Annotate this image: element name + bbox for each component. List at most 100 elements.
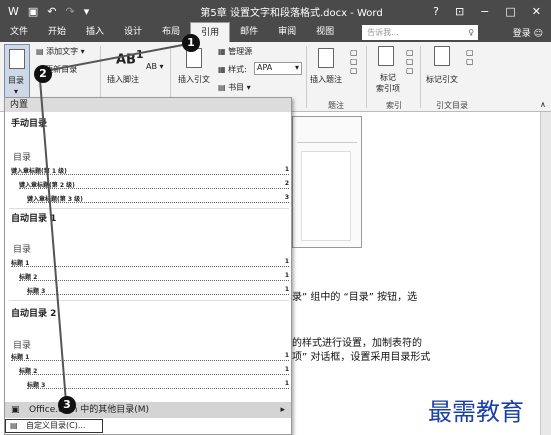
- bibliography-button[interactable]: ▤ 书目 ▾: [218, 82, 251, 93]
- manage-sources-button[interactable]: ▦ 管理源: [218, 46, 252, 57]
- ribbon-separator: [420, 46, 421, 108]
- more-tocs-label: Office.com 中的其他目录(M): [29, 405, 150, 415]
- customize-qat-icon[interactable]: ▾: [84, 5, 90, 18]
- index-entry-label: 索引项: [376, 84, 400, 93]
- mark-entry-label: 标记: [380, 73, 396, 82]
- toc-line-page: 1: [284, 380, 289, 387]
- bibliography-label: 书目 ▾: [228, 83, 251, 92]
- custom-toc-menu-item[interactable]: ▤ 自定义目录(C)...: [5, 419, 103, 433]
- insert-citation-button[interactable]: 插入引文: [178, 74, 210, 85]
- redo-icon[interactable]: ↷: [66, 5, 75, 18]
- style-select[interactable]: APA ▾: [254, 62, 302, 75]
- callout-badge-2: 2: [34, 65, 52, 83]
- toc-line-page: 2: [284, 180, 289, 187]
- vertical-scrollbar[interactable]: [540, 112, 551, 435]
- toc-preview-line[interactable]: 标题 2 1: [19, 272, 289, 281]
- index-tools-icon[interactable]: ▢ ▢ ▢: [406, 48, 414, 75]
- tab-insert[interactable]: 插入: [76, 22, 114, 42]
- toc-line-page: 1: [284, 366, 289, 373]
- toc-line-page: 1: [284, 286, 289, 293]
- toc-button-label: 目录: [8, 76, 24, 85]
- embedded-screenshot-image: [292, 116, 362, 248]
- toc-line-page: 3: [284, 194, 289, 201]
- tab-review[interactable]: 审阅: [268, 22, 306, 42]
- collapse-ribbon-icon[interactable]: ∧: [540, 100, 546, 109]
- callout-badge-3: 3: [58, 396, 76, 414]
- bibliography-icon: ▤: [218, 83, 226, 92]
- toc-line-page: 1: [284, 352, 289, 359]
- word-icon: W: [8, 4, 19, 18]
- tab-design[interactable]: 设计: [114, 22, 152, 42]
- next-footnote-button[interactable]: AB ▾: [146, 62, 164, 71]
- custom-toc-icon: ▤: [10, 421, 18, 430]
- chevron-right-icon: ▸: [280, 405, 285, 415]
- sign-in-link[interactable]: 登录 ☺: [513, 26, 551, 39]
- sign-in-label: 登录: [512, 28, 531, 39]
- more-tocs-office-menu-item[interactable]: ▣ Office.com 中的其他目录(M) ▸: [5, 402, 291, 418]
- toc-preview-line[interactable]: 键入章标题(第 2 级) 2: [19, 180, 289, 189]
- undo-icon[interactable]: ↶: [47, 5, 56, 18]
- toc-line-page: 1: [284, 258, 289, 265]
- toc-preview-line[interactable]: 标题 1 1: [11, 258, 289, 267]
- toc-preview-heading: 目录: [13, 245, 32, 255]
- toc-line-text: 标题 1: [11, 260, 30, 267]
- group-label-table-of-authorities: 引文目录: [436, 101, 468, 110]
- gallery-divider: [9, 208, 289, 209]
- ab-label: AB: [116, 52, 136, 68]
- group-label-captions: 题注: [328, 101, 344, 110]
- mark-entry-button[interactable]: 标记 索引项: [376, 72, 400, 94]
- toc-icon: [9, 49, 25, 69]
- toc-line-text: 标题 3: [27, 288, 46, 295]
- add-text-button[interactable]: ▤ 添加文字 ▾: [36, 46, 85, 57]
- toc-preview-line[interactable]: 键入章标题(第 3 级) 3: [27, 194, 289, 203]
- tab-view[interactable]: 视图: [306, 22, 344, 42]
- document-text-line: 项” 对话框，设置采用目录形式: [292, 352, 431, 363]
- manage-sources-icon: ▦: [218, 47, 226, 56]
- style-value: APA: [257, 63, 273, 72]
- chevron-down-icon: ▾: [294, 63, 299, 72]
- toc-line-text: 键入章标题(第 3 级): [27, 196, 83, 203]
- toc-preview-line[interactable]: 标题 2 1: [19, 366, 289, 375]
- insert-caption-button[interactable]: 插入题注: [310, 74, 342, 85]
- tell-me-placeholder: 告诉我...: [367, 27, 399, 37]
- toa-tools-icon[interactable]: ▢ ▢: [466, 48, 474, 66]
- toc-preview-line[interactable]: 标题 1 1: [11, 352, 289, 361]
- toc-style-title: 自动目录 1: [11, 214, 57, 224]
- lightbulb-icon: ♀: [468, 27, 475, 37]
- minimize-button[interactable]: −: [480, 5, 489, 18]
- maximize-button[interactable]: □: [505, 5, 515, 18]
- tab-file[interactable]: 文件: [0, 22, 38, 42]
- toc-line-text: 标题 2: [19, 368, 38, 375]
- toc-line-text: 键入章标题(第 2 级): [19, 182, 75, 189]
- help-button[interactable]: ?: [433, 5, 439, 18]
- toc-preview-heading: 目录: [13, 153, 32, 163]
- insert-footnote-icon: AB1: [116, 48, 144, 68]
- add-text-icon: ▤: [36, 47, 44, 56]
- tell-me-search-input[interactable]: 告诉我... ♀: [362, 24, 479, 40]
- group-label-index: 索引: [386, 101, 402, 110]
- toc-preview-line[interactable]: 键入章标题(第 1 级) 1: [11, 166, 289, 175]
- ribbon-separator: [366, 46, 367, 108]
- insert-caption-icon: [318, 48, 334, 68]
- ribbon-display-options-button[interactable]: ⊡: [455, 5, 464, 18]
- ribbon-tab-bar: 文件 开始 插入 设计 布局 引用 邮件 审阅 视图 告诉我... ♀ 登录 ☺: [0, 22, 551, 42]
- toc-preview-heading: 目录: [13, 341, 32, 351]
- manage-sources-label: 管理源: [228, 47, 253, 56]
- mark-citation-button[interactable]: 标记引文: [426, 74, 458, 85]
- style-label-text: 样式:: [228, 65, 247, 74]
- gallery-divider: [9, 300, 289, 301]
- watermark-text: 最需教育: [428, 398, 524, 426]
- caption-tools-icon[interactable]: ▢ ▢ ▢: [350, 48, 358, 75]
- toc-button[interactable]: 目录 ▾: [4, 44, 30, 98]
- tab-home[interactable]: 开始: [38, 22, 76, 42]
- tab-mailings[interactable]: 邮件: [230, 22, 268, 42]
- close-button[interactable]: ✕: [532, 5, 541, 18]
- insert-footnote-button[interactable]: 插入脚注: [107, 74, 139, 85]
- toc-line-text: 标题 1: [11, 354, 30, 361]
- toc-preview-line[interactable]: 标题 3 1: [27, 380, 289, 389]
- toc-line-text: 标题 2: [19, 274, 38, 281]
- toc-preview-line[interactable]: 标题 3 1: [27, 286, 289, 295]
- toc-style-title: 自动目录 2: [11, 309, 57, 319]
- toc-line-page: 1: [284, 166, 289, 173]
- save-icon[interactable]: ▣: [28, 5, 38, 18]
